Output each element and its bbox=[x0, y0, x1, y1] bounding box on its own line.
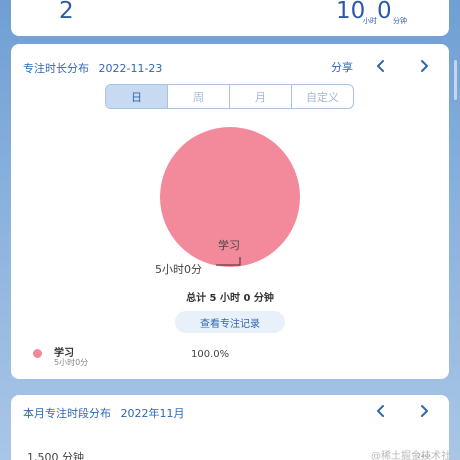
legend-percent: 100.0% bbox=[191, 349, 230, 360]
share-button[interactable]: 分享 bbox=[331, 59, 353, 75]
prev-month-button[interactable] bbox=[374, 404, 388, 418]
tab-day[interactable]: 日 bbox=[106, 85, 167, 108]
focus-count: 2 bbox=[59, 0, 74, 24]
pie-slice-label: 学习 bbox=[218, 239, 240, 252]
legend-duration: 5小时0分 bbox=[54, 358, 89, 367]
focus-distribution-card: 专注时长分布 2022-11-23 分享 日 周 月 自定义 学习 5小时0分 … bbox=[11, 44, 449, 379]
next-month-button[interactable] bbox=[417, 404, 431, 418]
stats-card: 2 10 小时 0 分钟 bbox=[11, 0, 449, 36]
scrollbar[interactable] bbox=[454, 60, 457, 100]
month-title-text: 本月专注时段分布 bbox=[23, 407, 111, 420]
focus-date: 2022-11-23 bbox=[98, 62, 163, 75]
hours-unit: 小时 bbox=[363, 17, 377, 25]
next-day-button[interactable] bbox=[417, 59, 431, 73]
prev-day-button[interactable] bbox=[374, 59, 388, 73]
pie-leader-line bbox=[216, 257, 241, 266]
tab-custom[interactable]: 自定义 bbox=[291, 85, 353, 108]
month-value: 2022年11月 bbox=[120, 407, 185, 420]
chevron-left-icon bbox=[377, 60, 384, 72]
total-hours: 10 bbox=[336, 0, 366, 24]
period-tabs: 日 周 月 自定义 bbox=[105, 84, 354, 109]
month-card-title: 本月专注时段分布 2022年11月 bbox=[23, 405, 185, 421]
y-axis-max-label: 1,500 分钟 bbox=[27, 451, 84, 460]
total-minutes: 0 bbox=[377, 0, 392, 24]
minutes-unit: 分钟 bbox=[393, 17, 407, 25]
chevron-right-icon bbox=[421, 405, 428, 417]
tab-month[interactable]: 月 bbox=[229, 85, 291, 108]
chevron-left-icon bbox=[377, 405, 384, 417]
watermark: @稀土掘金技术社区 bbox=[371, 451, 451, 460]
tab-week[interactable]: 周 bbox=[167, 85, 229, 108]
total-duration: 总计 5 小时 0 分钟 bbox=[186, 293, 274, 304]
focus-title-text: 专注时长分布 bbox=[23, 62, 89, 75]
pie-slice-value: 5小时0分 bbox=[155, 263, 202, 276]
focus-card-title: 专注时长分布 2022-11-23 bbox=[23, 60, 162, 76]
legend-color-dot bbox=[33, 349, 42, 358]
view-records-button[interactable]: 查看专注记录 bbox=[175, 311, 285, 333]
chevron-right-icon bbox=[421, 60, 428, 72]
